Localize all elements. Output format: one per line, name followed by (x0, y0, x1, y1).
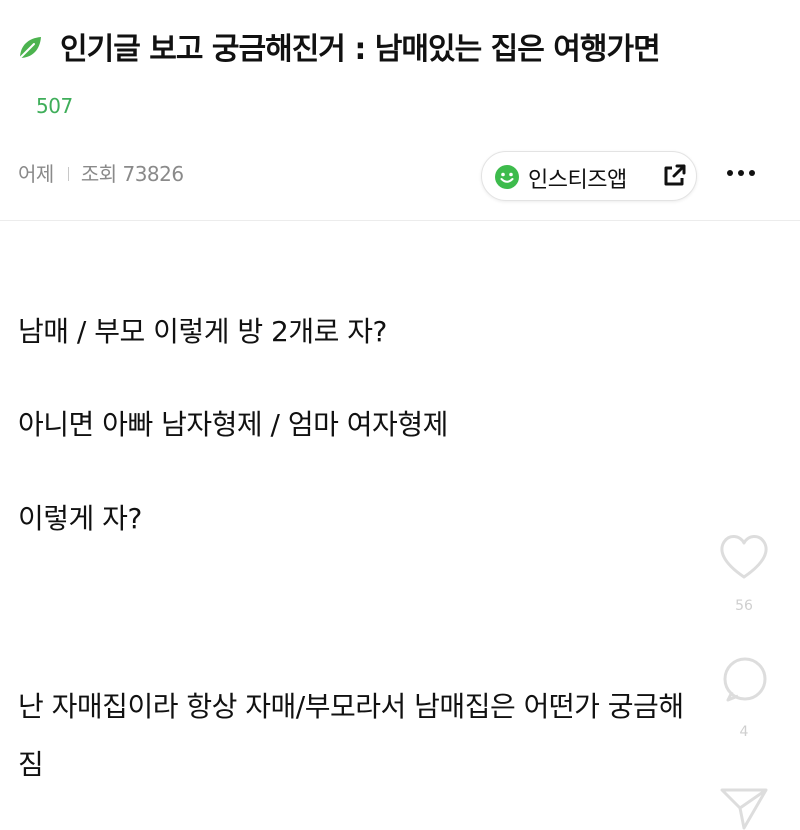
body-line: 이렇게 자? (18, 502, 142, 535)
share-icon[interactable] (718, 784, 770, 830)
post-title: 인기글 보고 궁금해진거 : 남매있는 집은 여행가면 (60, 32, 661, 67)
smile-icon (495, 165, 519, 189)
body-line: 짐 (18, 748, 44, 781)
post-score: 507 (36, 94, 73, 118)
post-meta: 어제 조회 73826 (18, 158, 184, 187)
leaf-icon (19, 37, 41, 59)
header-divider (0, 220, 800, 221)
external-link-icon (664, 164, 686, 186)
comment-icon[interactable] (720, 654, 770, 704)
post-header: 인기글 보고 궁금해진거 : 남매있는 집은 여행가면 507 어제 조회 738… (0, 0, 800, 220)
body-line: 난 자매집이라 항상 자매/부모라서 남매집은 어떤가 궁금해 (18, 690, 684, 723)
open-app-button[interactable]: 인스티즈앱 (481, 151, 697, 201)
heart-icon[interactable] (716, 530, 772, 582)
like-count: 56 (735, 598, 753, 614)
meta-divider (67, 167, 69, 181)
floating-action-bar: 56 4 (700, 520, 790, 830)
open-app-label: 인스티즈앱 (528, 168, 627, 193)
body-line: 아니면 아빠 남자형제 / 엄마 여자형제 (18, 408, 448, 441)
post-date: 어제 (18, 162, 54, 186)
more-icon[interactable] (724, 158, 758, 188)
comment-count: 4 (739, 724, 749, 740)
body-line: 남매 / 부모 이렇게 방 2개로 자? (18, 315, 387, 348)
post-views: 조회 73826 (80, 162, 184, 186)
